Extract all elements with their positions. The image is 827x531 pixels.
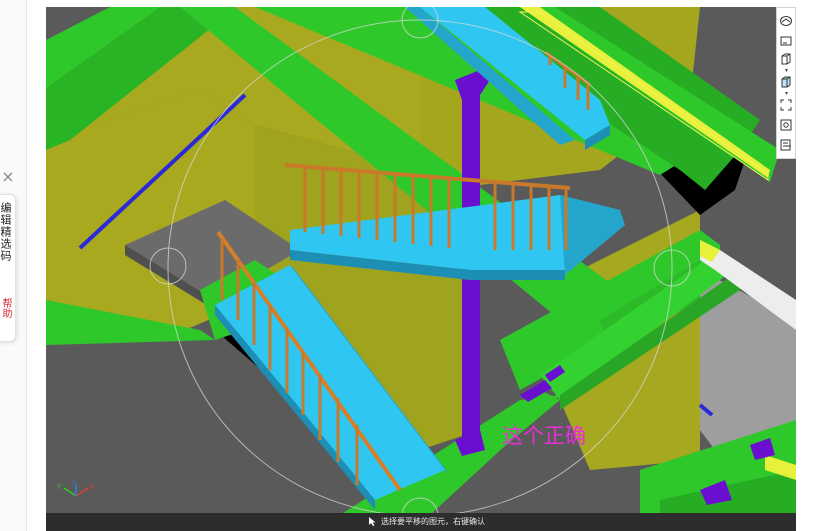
close-icon[interactable]: × <box>1 168 15 186</box>
stair-model-scene <box>46 7 796 531</box>
box-view-caret-icon[interactable]: ▾ <box>785 68 789 74</box>
shaded-box-caret-icon[interactable]: ▾ <box>785 91 789 97</box>
left-divider <box>26 0 27 531</box>
svg-text:X: X <box>89 483 94 491</box>
shaded-box-icon[interactable] <box>779 75 793 89</box>
annotation-text: 这个正确 <box>502 424 586 448</box>
3d-viewport[interactable] <box>46 7 796 531</box>
view-toolbar: ▾ ▾ <box>776 7 796 159</box>
status-text: 选择要平移的图元，右键确认 <box>381 517 485 526</box>
view-cube-icon[interactable] <box>779 14 793 28</box>
fit-view-icon[interactable] <box>779 98 793 112</box>
svg-text:Y: Y <box>56 483 62 491</box>
settings-gear-icon[interactable] <box>779 118 793 132</box>
wireframe-icon[interactable] <box>779 34 793 48</box>
layers-icon[interactable] <box>779 138 793 152</box>
side-card-red-label: 帮助 <box>0 298 11 318</box>
cursor-move-icon <box>369 517 376 526</box>
box-view-icon[interactable] <box>779 52 793 66</box>
svg-text:Z: Z <box>72 480 76 486</box>
axis-gizmo-icon: Y X Z <box>56 480 94 497</box>
side-card-label: 编辑精选码 <box>0 202 12 262</box>
